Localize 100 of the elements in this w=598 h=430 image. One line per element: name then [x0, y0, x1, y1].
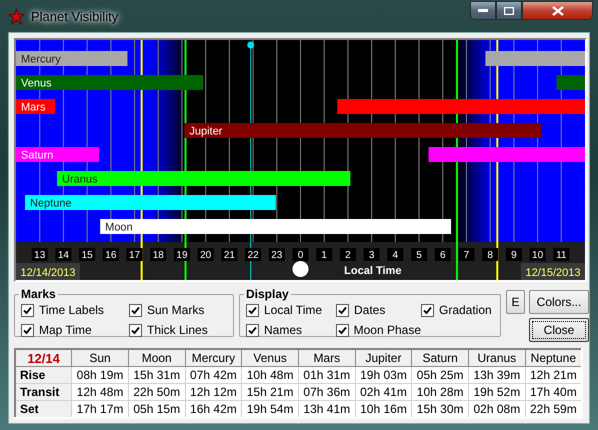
- axis-label: Local Time: [344, 265, 402, 277]
- planet-label: Saturn: [21, 150, 54, 162]
- checkbox[interactable]: [21, 324, 34, 336]
- row-header: Rise: [15, 366, 72, 384]
- table-cell: 12h 21m: [525, 366, 582, 384]
- table-cell: 17h 40m: [525, 384, 582, 400]
- planet-label: Uranus: [62, 174, 98, 186]
- row-header: Set: [15, 400, 72, 418]
- check-icon: [23, 306, 32, 314]
- checkbox-option[interactable]: Moon Phase: [336, 321, 421, 339]
- checkbox-option[interactable]: Local Time: [246, 301, 336, 319]
- checkbox[interactable]: [336, 304, 349, 316]
- table-cell: 10h 16m: [355, 400, 412, 418]
- checkbox-option[interactable]: Dates: [336, 301, 421, 319]
- hour-label: 23: [268, 248, 285, 261]
- checkbox-option[interactable]: Time Labels: [21, 301, 129, 319]
- hour-label: 2: [340, 248, 356, 261]
- column-header: Uranus: [468, 349, 526, 366]
- checkbox[interactable]: [129, 324, 142, 336]
- group-title: Display: [245, 287, 290, 301]
- hour-label: 21: [221, 248, 238, 261]
- table-cell: 10h 48m: [242, 366, 298, 384]
- column-header: Saturn: [412, 349, 468, 366]
- table-cell: 10h 28m: [412, 384, 468, 400]
- table-cell: 08h 19m: [72, 366, 128, 384]
- checkbox-option[interactable]: Thick Lines: [129, 321, 229, 339]
- minimize-button[interactable]: [470, 1, 496, 20]
- check-icon: [338, 306, 347, 314]
- checkbox[interactable]: [336, 324, 349, 336]
- planet-label: Neptune: [30, 198, 72, 210]
- close-button[interactable]: [522, 1, 593, 20]
- check-icon: [338, 326, 347, 334]
- hour-label: 6: [434, 248, 451, 261]
- table-cell: 12h 12m: [185, 384, 242, 400]
- table-cell: 01h 31m: [298, 366, 356, 384]
- check-icon: [131, 326, 140, 334]
- table-cell: 13h 39m: [468, 366, 526, 384]
- table-cell: 15h 21m: [242, 384, 298, 400]
- hour-label: 18: [150, 248, 166, 261]
- column-header: Moon: [128, 349, 186, 366]
- hour-label: 4: [387, 248, 404, 261]
- checkbox[interactable]: [246, 324, 259, 336]
- column-header: Jupiter: [355, 349, 412, 366]
- table-cell: 19h 52m: [468, 384, 526, 400]
- planet-label: Jupiter: [189, 126, 222, 138]
- table-cell: 22h 50m: [128, 384, 186, 400]
- table-cell: 16h 42m: [185, 400, 242, 418]
- hour-label: 1: [316, 248, 332, 261]
- dialog-button[interactable]: E: [506, 290, 525, 314]
- table-cell: 05h 25m: [412, 366, 468, 384]
- table-cell: 07h 36m: [298, 384, 356, 400]
- start-date-label: 12/14/2013: [16, 263, 80, 280]
- table-cell: 02h 08m: [468, 400, 526, 418]
- column-header: 12/14: [15, 349, 72, 366]
- end-date-label: 12/15/2013: [521, 263, 585, 280]
- dialog-button[interactable]: Colors...: [529, 290, 589, 314]
- checkbox-option[interactable]: Names: [246, 321, 336, 339]
- table-cell: 22h 59m: [525, 400, 582, 418]
- planet-label: Mars: [21, 102, 46, 114]
- row-header: Transit: [15, 384, 72, 400]
- check-icon: [423, 306, 432, 314]
- checkbox[interactable]: [421, 304, 434, 316]
- hour-label: 13: [32, 248, 48, 261]
- column-header: Neptune: [525, 349, 582, 366]
- table-cell: 02h 41m: [355, 384, 412, 400]
- hour-label: 5: [411, 248, 428, 261]
- hour-label: 19: [174, 248, 190, 261]
- star-icon: [8, 8, 25, 24]
- hour-label: 0: [292, 248, 308, 261]
- checkbox[interactable]: [21, 304, 34, 316]
- column-header: Mercury: [185, 349, 242, 366]
- table-cell: 05h 15m: [128, 400, 186, 418]
- check-icon: [248, 306, 257, 314]
- check-icon: [131, 306, 140, 314]
- hour-label: 9: [506, 248, 522, 261]
- checkbox[interactable]: [246, 304, 259, 316]
- table-cell: 15h 31m: [128, 366, 186, 384]
- hour-label: 20: [198, 248, 214, 261]
- planet-label: Mercury: [21, 54, 61, 66]
- checkbox-option[interactable]: Map Time: [21, 321, 129, 339]
- checkbox-option[interactable]: Gradation: [421, 301, 496, 319]
- hour-label: 15: [79, 248, 96, 261]
- checkbox-option[interactable]: Sun Marks: [129, 301, 229, 319]
- check-icon: [23, 326, 32, 334]
- hour-label: 14: [55, 248, 72, 261]
- hour-label: 7: [458, 248, 474, 261]
- table-cell: 12h 48m: [72, 384, 128, 400]
- table-cell: 07h 42m: [185, 366, 242, 384]
- hour-label: 17: [126, 248, 143, 261]
- hour-label: 16: [102, 248, 119, 261]
- check-icon: [248, 326, 257, 334]
- dialog-button[interactable]: Close: [529, 318, 589, 342]
- maximize-button[interactable]: [496, 1, 522, 20]
- column-header: Venus: [242, 349, 298, 366]
- hour-label: 8: [482, 248, 498, 261]
- moon-phase-icon: [292, 261, 308, 277]
- window-title: Planet Visibility: [31, 8, 118, 24]
- table-cell: 19h 54m: [242, 400, 298, 418]
- planet-label: Moon: [105, 222, 133, 234]
- checkbox[interactable]: [129, 304, 142, 316]
